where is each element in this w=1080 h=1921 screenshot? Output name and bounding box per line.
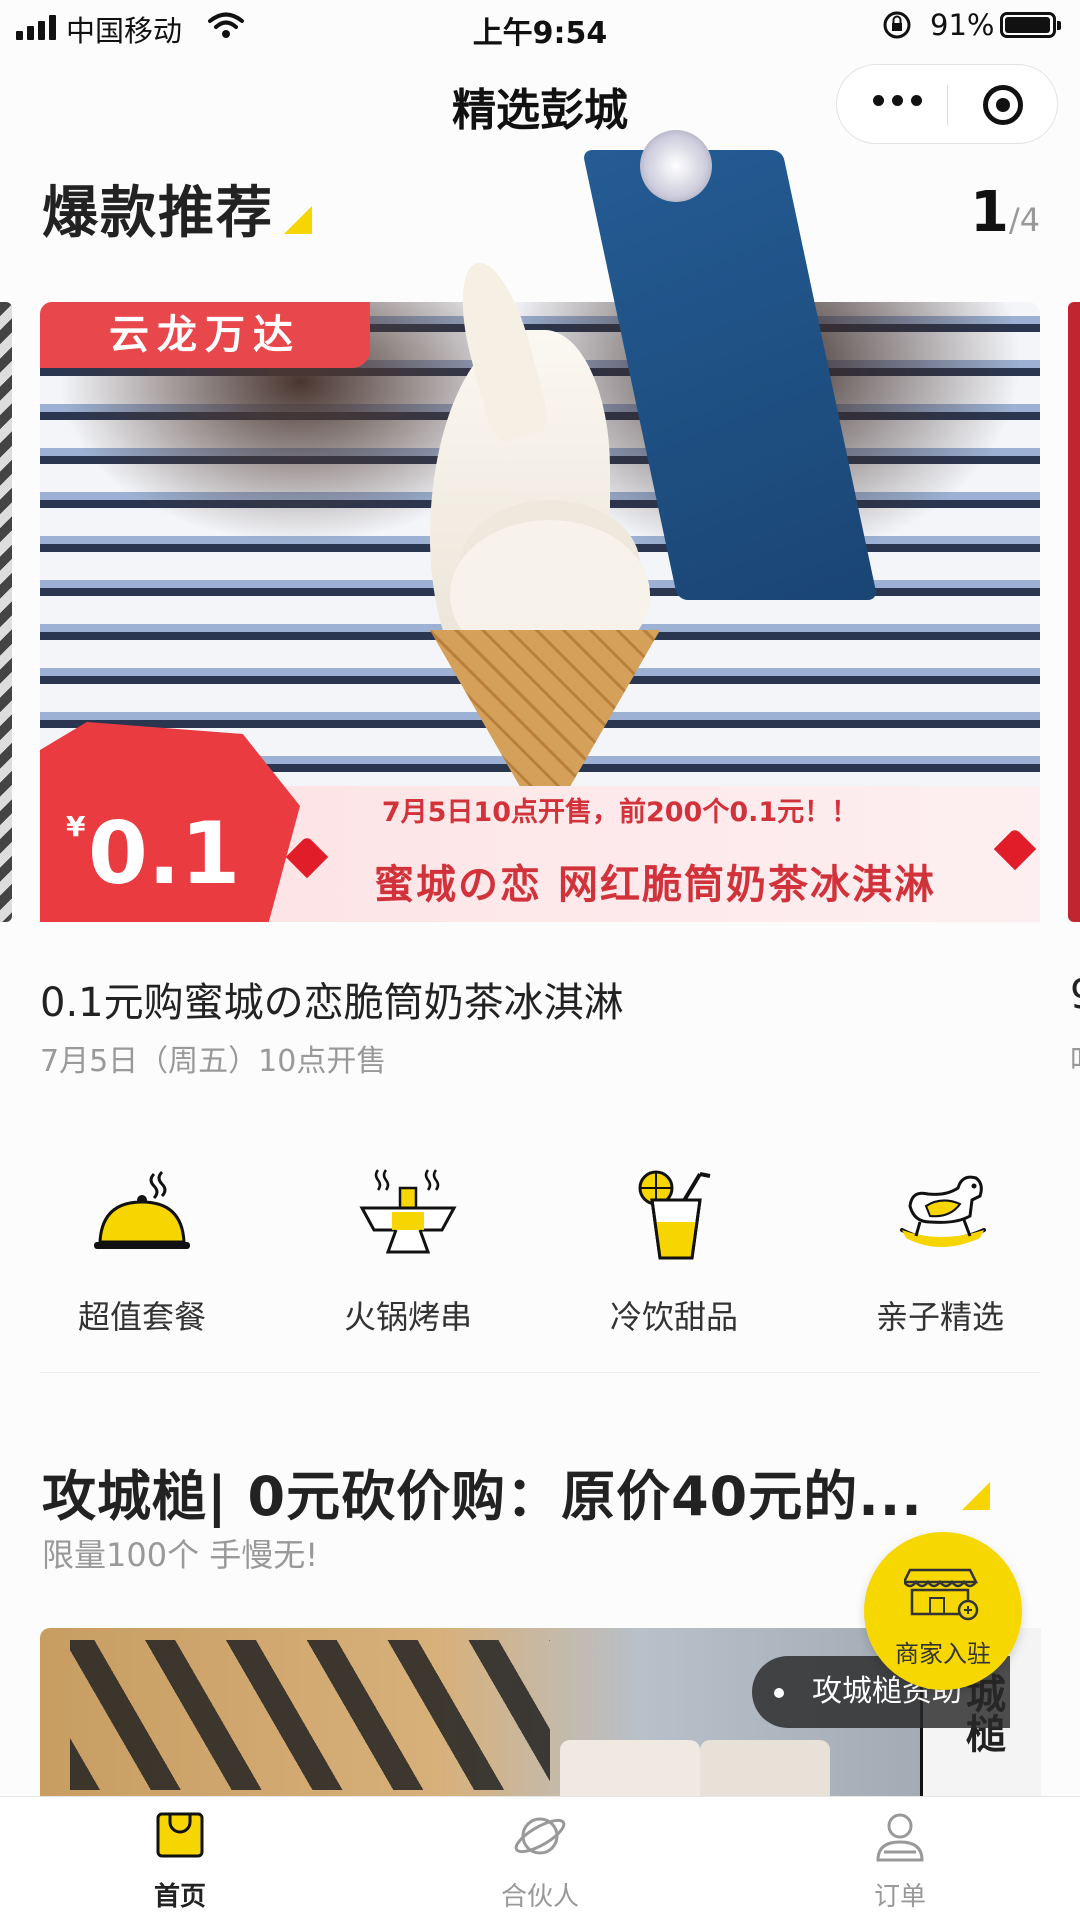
- carousel-prev-card[interactable]: [0, 302, 12, 922]
- section-corner-mark: [962, 1482, 990, 1510]
- tab-label: 首页: [153, 1882, 206, 1912]
- hotpot-icon: [359, 1169, 457, 1254]
- home-bag-icon: [156, 1812, 204, 1858]
- banner-notice: 7月5日10点开售，前200个0.1元！！: [381, 797, 859, 828]
- more-menu-button[interactable]: [873, 95, 922, 106]
- pager-total: /4: [1008, 201, 1041, 239]
- rotation-lock-icon: [883, 11, 911, 39]
- category-parent-child[interactable]: 亲子精选: [830, 1166, 1050, 1338]
- planet-icon: [514, 1817, 566, 1855]
- next-card-title: 9: [1070, 972, 1080, 1018]
- section-title-bargain[interactable]: 攻城槌| 0元砍价购：原价40元的...: [42, 1452, 942, 1531]
- bullet-icon: [774, 1688, 784, 1698]
- category-label: 冷饮甜品: [609, 1298, 738, 1336]
- banner-headline: 蜜城の恋 网红脆筒奶茶冰淇淋: [374, 862, 936, 908]
- person-icon: [876, 1813, 924, 1862]
- currency-symbol: ¥: [66, 810, 86, 843]
- pager-current: 1: [970, 180, 1009, 245]
- miniprogram-capsule: [836, 64, 1058, 144]
- price-value: 0.1: [88, 804, 241, 904]
- category-label: 火锅烤串: [343, 1298, 472, 1336]
- category-label: 亲子精选: [875, 1298, 1004, 1336]
- tab-orders[interactable]: 订单: [800, 1808, 1000, 1913]
- cold-drink-icon: [638, 1170, 711, 1260]
- section-subtitle-bargain: 限量100个 手慢无!: [42, 1536, 319, 1574]
- section-title-hot: 爆款推荐: [42, 181, 274, 246]
- clock: 上午9:54: [472, 16, 608, 51]
- brand-tag: 云龙万达: [40, 302, 370, 368]
- card-title[interactable]: 0.1元购蜜城の恋脆筒奶茶冰淇淋: [40, 970, 624, 1028]
- capsule-divider: [947, 85, 948, 125]
- card-subtitle: 7月5日（周五）10点开售: [40, 1044, 387, 1079]
- banner-brooch: [640, 130, 712, 202]
- section-divider: [40, 1372, 1040, 1373]
- category-combo-meal[interactable]: 超值套餐: [32, 1166, 252, 1338]
- category-label: 超值套餐: [77, 1298, 206, 1336]
- food-cloche-icon: [94, 1170, 190, 1249]
- tab-partner[interactable]: 合伙人: [440, 1808, 640, 1913]
- merchant-join-button[interactable]: 商家入驻: [864, 1532, 1022, 1690]
- next-card-subtitle: 吖: [1070, 1036, 1080, 1080]
- rocking-horse-icon: [900, 1175, 986, 1247]
- category-hotpot[interactable]: 火锅烤串: [298, 1166, 518, 1338]
- battery-icon: [1000, 12, 1061, 38]
- merchant-join-label: 商家入驻: [895, 1640, 991, 1668]
- category-cold-drinks[interactable]: 冷饮甜品: [564, 1166, 784, 1338]
- battery-percent: 91%: [930, 8, 995, 42]
- close-miniprogram-button[interactable]: [983, 85, 1023, 125]
- carousel-pager: 1/4: [970, 180, 1040, 245]
- tab-home[interactable]: 首页: [80, 1808, 280, 1913]
- shop-icon: [904, 1568, 979, 1621]
- section-corner-mark: [284, 206, 312, 234]
- status-bar: 中国移动 上午9:54 91%: [0, 0, 1080, 54]
- tab-label: 订单: [873, 1882, 926, 1912]
- tab-label: 合伙人: [500, 1882, 579, 1912]
- carousel-next-card[interactable]: [1068, 302, 1080, 922]
- box-print: [70, 1640, 550, 1790]
